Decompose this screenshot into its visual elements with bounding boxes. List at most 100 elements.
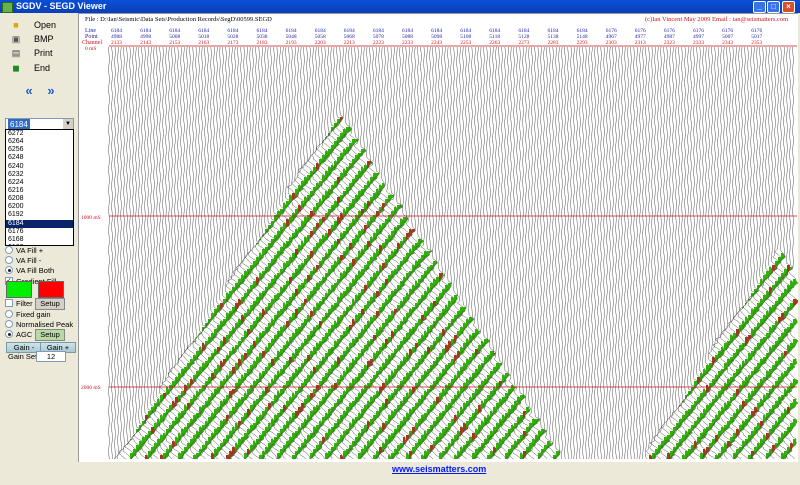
time-label-2000: 2000 mS: [81, 385, 101, 391]
open-button[interactable]: ■ Open: [3, 18, 73, 32]
agc-setup-button[interactable]: Setup: [35, 329, 65, 341]
trace-line: [119, 46, 126, 460]
end-button[interactable]: ◼ End: [3, 61, 73, 75]
trace-line: [567, 46, 569, 459]
trace-line: [699, 46, 713, 460]
next-button[interactable]: »: [40, 83, 62, 99]
list-item[interactable]: 6248: [6, 154, 73, 162]
time-label-0: 0 mS: [85, 46, 96, 52]
trace-line: [525, 46, 539, 460]
trace-line: [636, 46, 638, 460]
list-item[interactable]: 6216: [6, 187, 73, 195]
list-item[interactable]: 6264: [6, 138, 73, 146]
gain-set-label: Gain Set: [8, 352, 38, 361]
list-item[interactable]: 6208: [6, 195, 73, 203]
title-bar: SGDV - SEGD Viewer _ □ ×: [0, 0, 800, 13]
file-path: File : D:\Ian\Seismic\Data Sets\Producti…: [85, 16, 272, 23]
seismic-plot: File : D:\Ian\Seismic\Data Sets\Producti…: [78, 13, 800, 464]
seismic-section: File : D:\Ian\Seismic\Data Sets\Producti…: [81, 16, 799, 460]
print-label: Print: [34, 48, 53, 58]
printer-icon: ▤: [11, 48, 21, 58]
va-fill-minus-option[interactable]: VA Fill -: [5, 255, 41, 265]
print-button[interactable]: ▤ Print: [3, 46, 73, 60]
va-fill-minus-label: VA Fill -: [16, 255, 42, 265]
list-item[interactable]: 6168: [6, 236, 73, 244]
agc-option[interactable]: AGC: [5, 329, 32, 339]
open-label: Open: [34, 20, 57, 30]
trace-line: [579, 46, 581, 460]
trace-line: [621, 46, 623, 460]
bmp-button[interactable]: ▣ BMP: [3, 32, 73, 46]
exit-icon: ◼: [12, 63, 20, 73]
time-label-1000: 1000 mS: [81, 215, 101, 221]
header-channel: 2253: [460, 40, 471, 46]
close-button[interactable]: ×: [782, 1, 795, 13]
trace-line: [130, 46, 142, 460]
radio-icon: [5, 310, 13, 318]
trace-line: [751, 46, 764, 460]
trace-line: [111, 46, 113, 459]
trace-line: [537, 46, 550, 460]
radio-icon: [5, 320, 13, 328]
header-channel: 2223: [373, 40, 384, 46]
agc-label: AGC: [16, 329, 33, 339]
trace-line: [642, 46, 644, 460]
va-fill-plus-label: VA Fill +: [16, 245, 44, 255]
trace-line: [564, 46, 566, 460]
list-item[interactable]: 6256: [6, 146, 73, 154]
trace-line: [679, 46, 691, 460]
minimize-button[interactable]: _: [753, 1, 766, 13]
website-link[interactable]: www.seismatters.com: [392, 464, 486, 474]
filter-checkbox[interactable]: Filter: [5, 298, 33, 308]
header-channel: 2283: [548, 40, 559, 46]
trace-line: [624, 46, 626, 459]
trace-line: [787, 46, 799, 460]
radio-icon: [5, 256, 13, 264]
maximize-button[interactable]: □: [767, 1, 780, 13]
trace-line: [582, 47, 584, 460]
va-fill-both-option[interactable]: VA Fill Both: [5, 265, 54, 275]
app-icon: [2, 2, 13, 13]
negative-fill-color-swatch[interactable]: [38, 281, 64, 298]
positive-fill-color-swatch[interactable]: [6, 281, 32, 298]
trace-line: [667, 46, 677, 460]
trace-line: [114, 46, 116, 460]
list-item[interactable]: 6176: [6, 228, 73, 236]
header-channel: 2203: [315, 40, 326, 46]
trace-line: [150, 46, 162, 460]
header-channel: 2263: [489, 40, 500, 46]
trace-line: [588, 46, 590, 460]
normalised-peak-label: Normalised Peak: [16, 319, 74, 329]
trace-line: [609, 46, 611, 460]
folder-icon: ■: [13, 20, 19, 30]
list-item[interactable]: 6272: [6, 130, 73, 138]
navigation-arrows: « »: [4, 83, 74, 101]
trace-line: [649, 46, 661, 460]
gain-set-input[interactable]: 12: [36, 351, 66, 362]
va-fill-plus-option[interactable]: VA Fill +: [5, 245, 43, 255]
header-channel: 2233: [402, 40, 413, 46]
list-item[interactable]: 6240: [6, 163, 73, 171]
line-dropdown-list[interactable]: 6272 6264 6256 6248 6240 6232 6224 6216 …: [5, 129, 74, 246]
fixed-gain-option[interactable]: Fixed gain: [5, 309, 51, 319]
list-item[interactable]: 6200: [6, 203, 73, 211]
trace-line: [639, 47, 641, 460]
trace-line: [594, 46, 596, 460]
list-item[interactable]: 6192: [6, 211, 73, 219]
header-channel: 2273: [518, 40, 529, 46]
previous-button[interactable]: «: [18, 83, 40, 99]
va-fill-both-label: VA Fill Both: [16, 265, 55, 275]
trace-line: [585, 46, 587, 460]
list-item[interactable]: 6224: [6, 179, 73, 187]
radio-selected-icon: [5, 330, 13, 338]
list-item-selected[interactable]: 6184: [6, 219, 73, 228]
trace-line: [600, 46, 602, 459]
trace-line: [630, 46, 632, 460]
trace-line: [606, 47, 608, 460]
list-item[interactable]: 6232: [6, 171, 73, 179]
normalised-peak-option[interactable]: Normalised Peak: [5, 319, 73, 329]
trace-line: [127, 46, 139, 460]
header-channel: 2153: [169, 40, 180, 46]
copyright-text: (c)Ian Vincent May 2009 Email : ian@seis…: [645, 16, 788, 23]
checkbox-icon: [5, 299, 13, 307]
